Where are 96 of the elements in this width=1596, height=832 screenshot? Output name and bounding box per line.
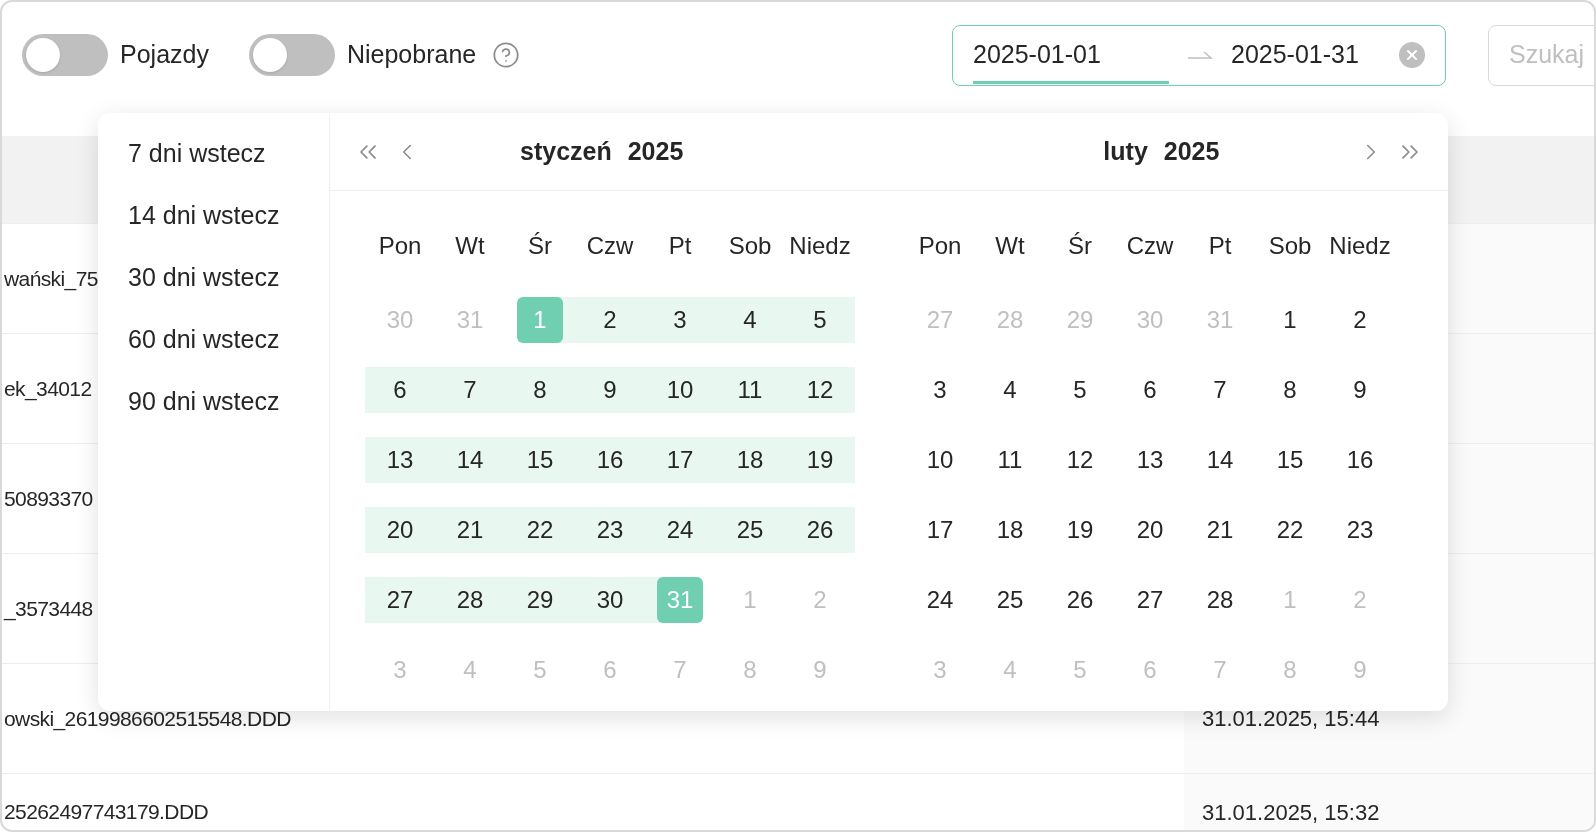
calendar-day[interactable]: 9 (587, 367, 633, 413)
calendar-day[interactable]: 2 (1337, 297, 1383, 343)
toggle-switch[interactable] (248, 34, 335, 76)
calendar-day[interactable]: 21 (1197, 507, 1243, 553)
calendar-day[interactable]: 16 (1337, 437, 1383, 483)
calendar-day[interactable]: 4 (987, 367, 1033, 413)
calendar-day[interactable]: 12 (1057, 437, 1103, 483)
calendar-day[interactable]: 6 (1127, 367, 1173, 413)
date-range-field[interactable]: 2025-01-01 2025-01-31 (952, 24, 1446, 86)
calendar-day[interactable]: 29 (517, 577, 563, 623)
toggle-label: Niepobrane (346, 39, 477, 71)
calendar-day[interactable]: 3 (657, 297, 703, 343)
calendar-day[interactable]: 9 (1337, 367, 1383, 413)
calendar-day[interactable]: 4 (727, 297, 773, 343)
help-icon[interactable] (492, 41, 521, 69)
calendar-day[interactable]: 14 (1197, 437, 1243, 483)
calendar-day[interactable]: 17 (917, 507, 963, 553)
calendar-day[interactable]: 25 (987, 577, 1033, 623)
calendar-day[interactable]: 6 (377, 367, 423, 413)
weekday-label: Sob (727, 231, 773, 261)
weekday-label: Sob (1267, 231, 1313, 261)
calendar-day[interactable]: 2 (587, 297, 633, 343)
calendar-day[interactable]: 8 (1267, 367, 1313, 413)
weekday-label: Niedz (788, 231, 852, 261)
calendar-day[interactable]: 20 (1127, 507, 1173, 553)
calendar-day[interactable]: 16 (587, 437, 633, 483)
calendar-day[interactable]: 22 (1267, 507, 1313, 553)
calendar-day[interactable]: 26 (1057, 577, 1103, 623)
preset-option[interactable]: 90 dni wstecz (128, 371, 329, 433)
weekday-label: Pon (917, 231, 963, 261)
calendar-day[interactable]: 30 (587, 577, 633, 623)
calendar-day[interactable]: 24 (657, 507, 703, 553)
preset-option[interactable]: 14 dni wstecz (128, 185, 329, 247)
calendar-day[interactable]: 5 (1057, 367, 1103, 413)
weekday-label: Śr (1067, 231, 1093, 261)
calendar-day[interactable]: 10 (917, 437, 963, 483)
calendar-day[interactable]: 14 (447, 437, 493, 483)
calendar-day[interactable]: 23 (587, 507, 633, 553)
weekday-label: Pon (377, 231, 423, 261)
weekday-label: Czw (585, 231, 635, 261)
calendar-day[interactable]: 28 (447, 577, 493, 623)
calendar-day[interactable]: 12 (797, 367, 843, 413)
calendar-day[interactable]: 23 (1337, 507, 1383, 553)
calendar-day[interactable]: 13 (1127, 437, 1173, 483)
weekday-label: Pt (1207, 231, 1233, 261)
table-cell-text: ek_34012 (4, 375, 92, 403)
preset-option[interactable]: 60 dni wstecz (128, 309, 329, 371)
calendar-day[interactable]: 27 (1127, 577, 1173, 623)
calendar-day[interactable]: 11 (727, 367, 773, 413)
calendar-day[interactable]: 10 (657, 367, 703, 413)
month-title[interactable]: luty (1103, 132, 1148, 171)
table-cell-text: 25262497743179.DDD (4, 799, 209, 825)
table-cell-text: 50893370 (4, 485, 93, 512)
clear-icon[interactable] (1399, 42, 1425, 68)
calendar-day[interactable]: 15 (517, 437, 563, 483)
table-cell-text: owski_2619986602515548.DDD (4, 705, 291, 733)
calendar-day[interactable]: 13 (377, 437, 423, 483)
preset-option[interactable]: 30 dni wstecz (128, 247, 329, 309)
calendar-day[interactable]: 28 (1197, 577, 1243, 623)
calendar-day[interactable]: 8 (517, 367, 563, 413)
calendar-day[interactable]: 5 (797, 297, 843, 343)
calendar-day[interactable]: 21 (447, 507, 493, 553)
calendar-day[interactable]: 7 (447, 367, 493, 413)
calendar-day[interactable]: 15 (1267, 437, 1313, 483)
calendar-day[interactable]: 20 (377, 507, 423, 553)
calendar-day[interactable]: 19 (797, 437, 843, 483)
calendar-day[interactable]: 18 (987, 507, 1033, 553)
table-cell: 31.01.2025, 15:32 (1184, 774, 1594, 830)
weekday-label: Wt (454, 231, 486, 261)
month-title[interactable]: styczeń (520, 132, 612, 171)
toggle-switch[interactable] (22, 34, 108, 76)
end-date[interactable]: 2025-01-31 (1231, 36, 1359, 74)
weekday-label: Wt (994, 231, 1026, 261)
weekday-label: Czw (1125, 231, 1175, 261)
calendar-day[interactable]: 18 (727, 437, 773, 483)
weekday-label: Pt (667, 231, 693, 261)
table-cell-text: wański_75 (4, 265, 98, 293)
calendar-day[interactable]: 1 (1267, 297, 1313, 343)
year-title[interactable]: 2025 (1163, 132, 1220, 171)
calendar-day[interactable]: 26 (797, 507, 843, 553)
calendar-day[interactable]: 17 (657, 437, 703, 483)
calendar-day[interactable]: 25 (727, 507, 773, 553)
year-title[interactable]: 2025 (627, 132, 684, 171)
calendar-day[interactable]: 3 (917, 367, 963, 413)
calendar-day[interactable]: 27 (377, 577, 423, 623)
preset-option[interactable]: 7 dni wstecz (128, 123, 329, 185)
calendar-day[interactable]: 19 (1057, 507, 1103, 553)
calendar-day[interactable]: 7 (1197, 367, 1243, 413)
weekday-label: Niedz (1328, 231, 1392, 261)
start-date[interactable]: 2025-01-01 (973, 36, 1169, 74)
calendar-day[interactable]: 24 (917, 577, 963, 623)
table-cell-text: _3573448 (4, 595, 93, 623)
weekday-label: Śr (527, 231, 553, 261)
calendar-day[interactable]: 22 (517, 507, 563, 553)
calendar-day[interactable]: 11 (987, 437, 1033, 483)
toggle-label: Pojazdy (120, 39, 209, 71)
